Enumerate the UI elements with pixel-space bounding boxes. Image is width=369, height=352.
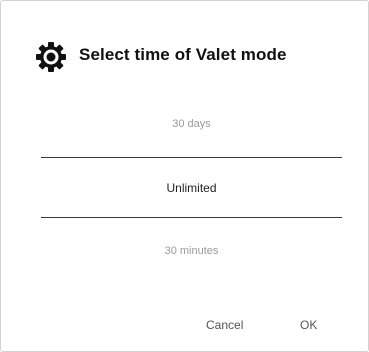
- valet-mode-dialog: Select time of Valet mode 30 days Unlimi…: [0, 0, 369, 352]
- gear-icon: [35, 37, 67, 78]
- dialog-header: Select time of Valet mode: [35, 37, 287, 78]
- picker-divider-top: [41, 157, 342, 158]
- dialog-title: Select time of Valet mode: [79, 44, 287, 64]
- picker-option-selected[interactable]: Unlimited: [41, 181, 342, 195]
- picker-divider-bottom: [41, 217, 342, 218]
- picker-option-30-days[interactable]: 30 days: [41, 118, 342, 130]
- cancel-button[interactable]: Cancel: [206, 318, 243, 332]
- picker-option-30-minutes[interactable]: 30 minutes: [41, 245, 342, 257]
- ok-button[interactable]: OK: [300, 318, 317, 332]
